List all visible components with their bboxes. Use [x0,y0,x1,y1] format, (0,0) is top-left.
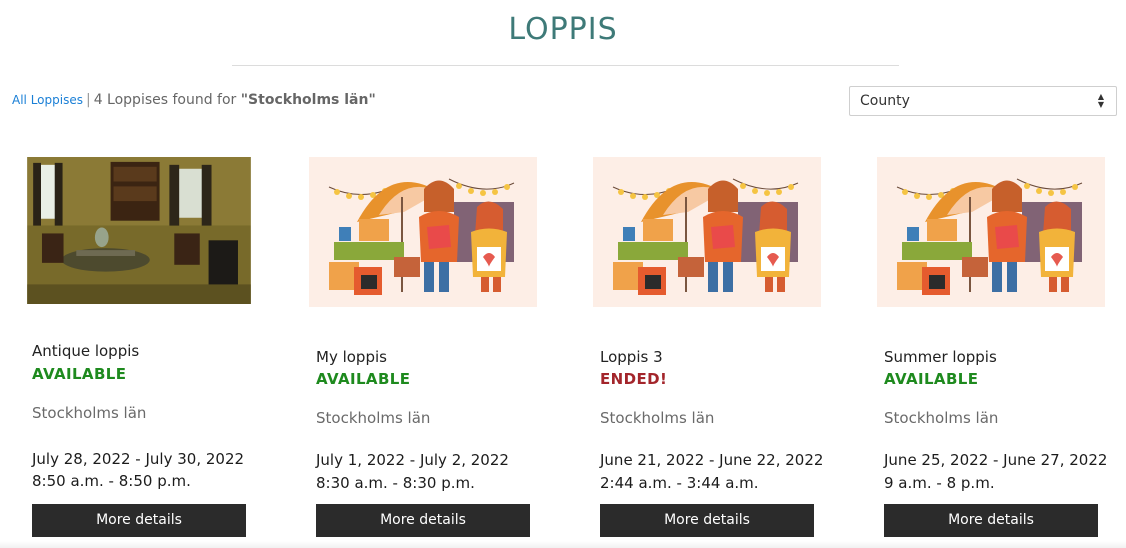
card-times: 2:44 a.m. - 3:44 a.m. [600,474,759,492]
more-details-button[interactable]: More details [316,504,530,537]
flea-market-illustration[interactable] [877,157,1105,307]
card-times: 9 a.m. - 8 p.m. [884,474,995,492]
loppis-card: Summer loppis AVAILABLE Stockholms län J… [877,150,1117,548]
card-name: Summer loppis [884,348,997,366]
card-name: My loppis [316,348,387,366]
page-title: LOPPIS [508,12,618,47]
results-summary: All Loppises | 4 Loppises found for "Stock… [12,92,376,108]
status-badge: AVAILABLE [884,370,979,388]
card-dates: June 25, 2022 - June 27, 2022 [884,451,1108,469]
flea-market-illustration[interactable] [593,157,821,307]
card-dates: July 28, 2022 - July 30, 2022 [32,450,245,468]
card-dates: June 21, 2022 - June 22, 2022 [600,451,824,469]
search-query: "Stockholms län" [240,92,376,108]
status-badge: AVAILABLE [316,370,411,388]
more-details-button[interactable]: More details [32,504,246,537]
card-county: Stockholms län [600,409,715,427]
county-select[interactable]: County ▲ ▼ [849,86,1117,116]
flea-market-illustration[interactable] [309,157,537,307]
card-name: Antique loppis [32,342,140,360]
loppis-card: My loppis AVAILABLE Stockholms län July … [309,150,549,548]
more-details-button[interactable]: More details [600,504,814,537]
card-county: Stockholms län [32,404,147,422]
status-badge: AVAILABLE [32,365,127,383]
all-loppises-link[interactable]: All Loppises [12,93,83,107]
more-details-button[interactable]: More details [884,504,1098,537]
loppis-card: Loppis 3 ENDED! Stockholms län June 21, … [593,150,833,548]
card-name: Loppis 3 [600,348,663,366]
status-badge: ENDED! [600,370,668,388]
loppis-card: Antique loppis AVAILABLE Stockholms län … [25,150,265,548]
card-dates: July 1, 2022 - July 2, 2022 [316,451,509,469]
card-county: Stockholms län [316,409,431,427]
antique-room-photo[interactable] [25,157,253,307]
select-arrows-icon: ▲ ▼ [1097,92,1104,109]
scroll-shadow [0,541,1126,548]
results-count: 4 Loppises found for [93,92,237,108]
card-times: 8:30 a.m. - 8:30 p.m. [316,474,475,492]
card-times: 8:50 a.m. - 8:50 p.m. [32,472,191,490]
county-select-value: County [860,93,910,109]
card-county: Stockholms län [884,409,999,427]
title-divider [232,65,899,66]
separator: | [85,92,91,108]
